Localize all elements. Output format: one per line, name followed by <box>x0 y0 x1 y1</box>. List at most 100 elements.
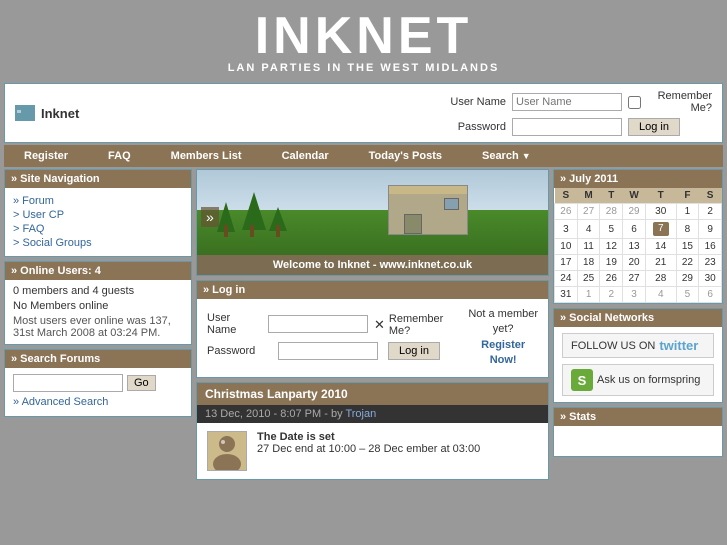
calendar-title: » July 2011 <box>554 170 722 188</box>
main-layout: » Site Navigation » Forum > User CP > FA… <box>4 169 723 480</box>
login-box-body: User Name ✕ Remember Me? Password Log in <box>197 299 548 377</box>
cal-day[interactable]: 6 <box>699 287 722 303</box>
cal-day[interactable]: 2 <box>699 204 722 220</box>
cal-day[interactable]: 22 <box>676 255 699 271</box>
login-password-input[interactable] <box>278 342 378 360</box>
cal-day[interactable]: 8 <box>676 220 699 239</box>
nav-calendar[interactable]: Calendar <box>262 145 349 167</box>
formspring-icon: S <box>571 369 593 391</box>
nav-search[interactable]: Search ▼ <box>462 145 551 167</box>
nav-forum-link[interactable]: » Forum <box>13 195 183 207</box>
login-username-label: User Name <box>207 312 262 336</box>
cal-day[interactable]: 4 <box>577 220 600 239</box>
cal-day[interactable]: 29 <box>623 204 646 220</box>
cal-day[interactable]: 27 <box>623 271 646 287</box>
cal-day[interactable]: 28 <box>645 271 676 287</box>
formspring-text: Ask us on formspring <box>597 374 700 386</box>
cal-day[interactable]: 15 <box>676 239 699 255</box>
cal-day[interactable]: 23 <box>699 255 722 271</box>
cal-day[interactable]: 1 <box>676 204 699 220</box>
search-input[interactable] <box>13 374 123 392</box>
top-remember-checkbox[interactable] <box>628 96 641 109</box>
post-author-link[interactable]: Trojan <box>345 408 376 420</box>
nav-faq-link[interactable]: > FAQ <box>13 223 183 235</box>
cal-header-s2: S <box>699 188 722 204</box>
center-content: » Welcome to Inknet - www.inknet.co.uk »… <box>196 169 549 480</box>
login-form-button[interactable]: Log in <box>388 342 440 360</box>
cal-day[interactable]: 5 <box>600 220 623 239</box>
register-now-link[interactable]: Register Now! <box>481 339 525 366</box>
cal-day[interactable]: 9 <box>699 220 722 239</box>
cal-day[interactable]: 12 <box>600 239 623 255</box>
nav-todays-posts[interactable]: Today's Posts <box>349 145 462 167</box>
site-nav-content: » Forum > User CP > FAQ > Social Groups <box>5 188 191 256</box>
nav-social-link[interactable]: > Social Groups <box>13 237 183 249</box>
tree-2 <box>242 192 260 237</box>
nav-usercp-link[interactable]: > User CP <box>13 209 183 221</box>
cal-day[interactable]: 7 <box>645 220 676 239</box>
post-text: The Date is set 27 Dec end at 10:00 – 28… <box>257 431 480 455</box>
nav-members-list[interactable]: Members List <box>151 145 262 167</box>
cal-day[interactable]: 1 <box>577 287 600 303</box>
cal-day[interactable]: 24 <box>555 271 578 287</box>
site-header: INKNET LAN PARTIES IN THE WEST MIDLANDS <box>0 0 727 79</box>
cal-day[interactable]: 20 <box>623 255 646 271</box>
cal-day[interactable]: 19 <box>600 255 623 271</box>
search-forums-title: » Search Forums <box>5 350 191 368</box>
top-password-input[interactable] <box>512 118 622 136</box>
cal-header-w: W <box>623 188 646 204</box>
online-count: 0 members and 4 guests <box>13 285 183 297</box>
cal-day[interactable]: 3 <box>555 220 578 239</box>
cal-day[interactable]: 6 <box>623 220 646 239</box>
formspring-button[interactable]: S Ask us on formspring <box>562 364 714 396</box>
cal-day[interactable]: 3 <box>623 287 646 303</box>
cal-day[interactable]: 11 <box>577 239 600 255</box>
twitter-button[interactable]: FOLLOW US ON twitter <box>562 333 714 358</box>
follow-text: FOLLOW US ON <box>571 340 655 352</box>
top-bar: Inknet User Name Remember Me? Password L… <box>4 83 723 143</box>
nav-register[interactable]: Register <box>4 145 88 167</box>
site-nav-title: » Site Navigation <box>5 170 191 188</box>
logo-icon <box>15 105 35 121</box>
cal-day[interactable]: 16 <box>699 239 722 255</box>
cal-day[interactable]: 30 <box>645 204 676 220</box>
post-avatar <box>207 431 247 471</box>
nav-faq[interactable]: FAQ <box>88 145 151 167</box>
cal-header-t1: T <box>600 188 623 204</box>
online-title: » Online Users: 4 <box>5 262 191 280</box>
cal-day[interactable]: 26 <box>600 271 623 287</box>
advanced-search-link[interactable]: » Advanced Search <box>13 396 183 408</box>
calendar-table: S M T W T F S 26272829301234567891011121… <box>554 188 722 303</box>
password-label: Password <box>441 121 506 133</box>
cal-header-s1: S <box>555 188 578 204</box>
username-label: User Name <box>441 96 506 108</box>
cal-day[interactable]: 30 <box>699 271 722 287</box>
site-nav-box: » Site Navigation » Forum > User CP > FA… <box>4 169 192 257</box>
cal-day[interactable]: 27 <box>577 204 600 220</box>
banner-nav-arrow[interactable]: » <box>201 207 219 227</box>
cal-day[interactable]: 29 <box>676 271 699 287</box>
cal-day[interactable]: 25 <box>577 271 600 287</box>
banner-landscape: » <box>197 170 548 255</box>
cal-day[interactable]: 10 <box>555 239 578 255</box>
login-username-input[interactable] <box>268 315 368 333</box>
search-content: Go » Advanced Search <box>5 368 191 416</box>
cal-day[interactable]: 26 <box>555 204 578 220</box>
site-title: INKNET <box>0 10 727 62</box>
cal-day[interactable]: 18 <box>577 255 600 271</box>
cal-day[interactable]: 28 <box>600 204 623 220</box>
post-box: Christmas Lanparty 2010 13 Dec, 2010 - 8… <box>196 382 549 480</box>
cal-day[interactable]: 21 <box>645 255 676 271</box>
cal-day[interactable]: 4 <box>645 287 676 303</box>
social-box: » Social Networks FOLLOW US ON twitter S… <box>553 308 723 403</box>
search-go-button[interactable]: Go <box>127 375 156 391</box>
top-username-input[interactable] <box>512 93 622 111</box>
cal-day[interactable]: 14 <box>645 239 676 255</box>
cal-day[interactable]: 5 <box>676 287 699 303</box>
cal-day[interactable]: 2 <box>600 287 623 303</box>
top-login-button[interactable]: Log in <box>628 118 680 136</box>
cal-day[interactable]: 31 <box>555 287 578 303</box>
building <box>388 185 468 235</box>
cal-day[interactable]: 17 <box>555 255 578 271</box>
cal-day[interactable]: 13 <box>623 239 646 255</box>
